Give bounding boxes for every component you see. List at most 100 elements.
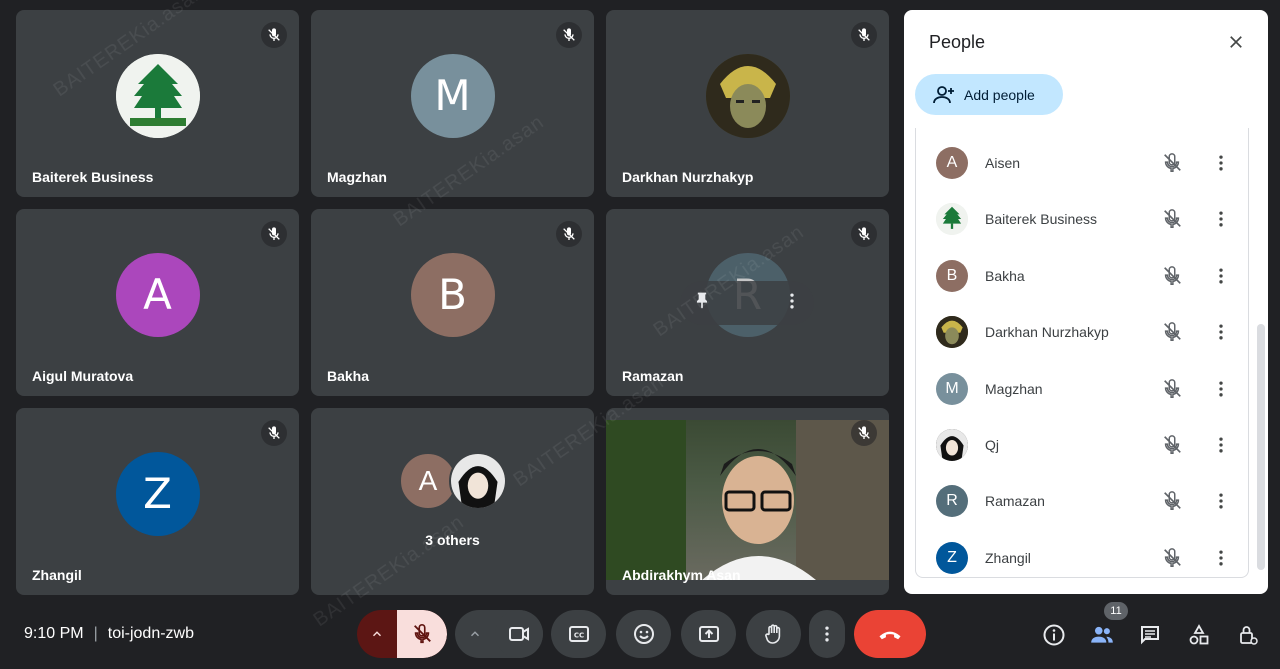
mic-off-icon [556,22,582,48]
avatar [449,452,507,510]
mic-off-icon[interactable] [1160,320,1184,344]
more-options-icon[interactable] [782,291,802,316]
participant-tile[interactable]: Darkhan Nurzhakyp [606,10,889,197]
list-item[interactable]: B Bakha [916,248,1248,304]
emoji-icon [633,624,654,644]
meeting-info: 9:10 PM | toi-jodn-zwb [24,625,194,643]
host-controls-icon[interactable] [1235,622,1261,648]
participant-name: Darkhan Nurzhakyp [985,324,1109,340]
mic-off-icon[interactable] [1160,377,1184,401]
person-video-icon [606,420,889,580]
mic-off-icon [851,420,877,446]
mic-control-group [357,610,447,658]
avatar: M [410,53,495,138]
avatar [936,203,968,235]
list-item[interactable]: A Aisen [916,135,1248,191]
video-grid: Baiterek Business M Magzhan Darkhan Nurz… [0,0,895,631]
participant-name: Aisen [985,155,1021,171]
meeting-code: toi-jodn-zwb [107,625,195,642]
activities-icon[interactable] [1186,622,1212,648]
participant-name: Abdirakhym Asan [622,567,741,583]
camera-options-button[interactable] [455,610,495,658]
participant-tile[interactable]: M Magzhan [311,10,594,197]
mic-off-icon [261,420,287,446]
list-item[interactable]: Darkhan Nurzhakyp [916,304,1248,360]
participant-name: Baiterek Business [985,211,1098,227]
participant-name: Magzhan [985,381,1043,397]
mic-toggle-button[interactable] [397,610,447,658]
participant-tile[interactable]: B Bakha [311,209,594,396]
avatar: Z [115,451,200,536]
leave-call-button[interactable] [854,610,926,658]
divider: | [93,625,98,642]
people-icon[interactable] [1089,622,1115,648]
panel-scrollbar[interactable] [1257,324,1265,570]
avatar: R [936,485,968,517]
participant-name: Aigul Muratova [32,368,134,384]
captions-button[interactable]: CC [551,610,606,658]
mic-off-icon[interactable] [1160,207,1184,231]
current-time: 9:10 PM [24,625,84,642]
meeting-details-icon[interactable] [1041,622,1067,648]
mic-off-icon[interactable] [1160,433,1184,457]
others-count-label: 3 others [425,532,480,548]
participant-name: Magzhan [327,169,387,185]
participant-tile[interactable]: R Ramazan [606,209,889,396]
others-group: A 3 others [311,408,594,595]
list-item[interactable]: M Magzhan [916,361,1248,417]
portrait-avatar-icon [705,53,790,138]
mic-off-icon [261,221,287,247]
avatar: Z [936,542,968,574]
more-options-icon[interactable] [1209,433,1233,457]
avatar: A [936,147,968,179]
more-options-icon[interactable] [1209,264,1233,288]
more-options-button[interactable] [809,610,845,658]
add-people-label: Add people [964,86,1035,103]
participant-tile[interactable]: A Aigul Muratova [16,209,299,396]
more-options-icon[interactable] [1209,377,1233,401]
mic-off-icon[interactable] [1160,546,1184,570]
list-item[interactable]: Qj [916,417,1248,473]
participant-tile[interactable]: Baiterek Business [16,10,299,197]
mic-off-icon[interactable] [1160,489,1184,513]
avatar: M [936,373,968,405]
mic-off-icon[interactable] [1160,264,1184,288]
list-item[interactable]: Z Zhangil [916,530,1248,586]
avatar: B [410,252,495,337]
raise-hand-button[interactable] [746,610,801,658]
more-options-icon[interactable] [1209,207,1233,231]
more-options-icon[interactable] [1209,320,1233,344]
others-tile[interactable]: A 3 others [311,408,594,595]
list-item[interactable]: Baiterek Business [916,191,1248,247]
more-options-icon[interactable] [1209,489,1233,513]
pin-icon[interactable] [692,291,712,316]
participant-tile[interactable]: Z Zhangil [16,408,299,595]
mic-off-icon [556,221,582,247]
participant-name: Zhangil [985,550,1031,566]
participant-list: A Aisen Baiterek Business B Bakha Darkha… [915,128,1249,578]
svg-text:CC: CC [573,632,583,640]
participant-name: Ramazan [622,368,684,384]
close-icon[interactable] [1224,30,1248,54]
mic-options-button[interactable] [357,610,397,658]
more-options-icon[interactable] [1209,546,1233,570]
video-camera-icon [509,627,529,641]
reactions-button[interactable] [616,610,671,658]
camera-feed [606,420,889,580]
self-video-tile[interactable]: Abdirakhym Asan [606,408,889,595]
portrait-avatar-icon [936,316,968,348]
list-item[interactable]: R Ramazan [916,473,1248,529]
add-person-icon [933,85,954,103]
camera-toggle-button[interactable] [495,610,543,658]
present-screen-button[interactable] [681,610,736,658]
bottom-control-bar: 9:10 PM | toi-jodn-zwb CC [0,600,1280,669]
avatar: A [115,252,200,337]
more-options-icon[interactable] [1209,151,1233,175]
mic-off-icon [414,624,431,644]
mic-off-icon[interactable] [1160,151,1184,175]
tree-logo-icon [936,203,968,235]
baiterek-logo-avatar [115,53,200,138]
chat-icon[interactable] [1137,622,1163,648]
participant-name: Bakha [985,268,1025,284]
add-people-button[interactable]: Add people [915,74,1063,115]
